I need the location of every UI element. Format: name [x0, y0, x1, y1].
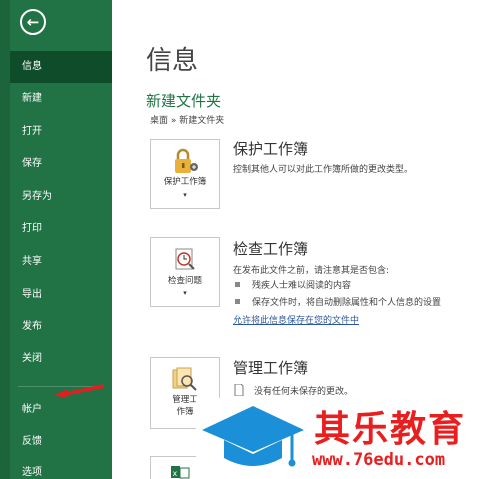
watermark-url: www.76edu.com — [312, 450, 446, 470]
excel-file-icon: x — [171, 466, 190, 479]
protect-workbook-button[interactable]: 保护工作簿 ▾ — [150, 139, 220, 209]
chevron-down-icon: ▾ — [183, 289, 187, 297]
check-issues-label: 检查问题 — [167, 276, 202, 286]
watermark-title: 其乐教育 — [314, 409, 467, 450]
manage-workbook-description: 没有任何未保存的更改。 — [254, 387, 354, 397]
inspect-bullet-accessibility: 残疾人士难以阅读的内容 — [252, 281, 352, 291]
svg-text:x: x — [173, 469, 178, 478]
bullet-icon — [235, 299, 240, 304]
protect-workbook-description: 控制其他人可以对此工作簿所做的更改类型。 — [233, 165, 414, 175]
lock-icon — [175, 148, 198, 173]
graduation-cap-icon — [202, 406, 304, 467]
bullet-icon — [235, 282, 240, 287]
allow-save-info-link[interactable]: 允许将此信息保存在您的文件中 — [233, 313, 359, 326]
protect-workbook-label: 保护工作簿 — [163, 177, 207, 187]
manage-workbook-icon — [172, 367, 197, 391]
folder-name: 新建文件夹 — [146, 92, 222, 110]
check-issues-button[interactable]: 检查问题 ▾ — [150, 237, 220, 307]
inspect-workbook-heading: 检查工作簿 — [233, 240, 309, 258]
protect-workbook-heading: 保护工作簿 — [233, 140, 309, 158]
chevron-down-icon: ▾ — [183, 191, 187, 199]
breadcrumb[interactable]: 桌面 » 新建文件夹 — [150, 113, 224, 126]
watermark: 其乐教育 www.76edu.com — [196, 398, 497, 479]
inspect-bullet-properties: 保存文件时，将自动删除属性和个人信息的设置 — [252, 298, 442, 308]
page-title: 信息 — [146, 46, 199, 76]
manage-workbook-heading: 管理工作簿 — [233, 359, 309, 377]
inspect-workbook-description: 在发布此文件之前，请注意其是否包含: — [233, 266, 390, 276]
inspect-document-icon — [175, 248, 195, 270]
document-icon — [234, 384, 244, 396]
annotation-arrow-icon — [54, 384, 104, 398]
